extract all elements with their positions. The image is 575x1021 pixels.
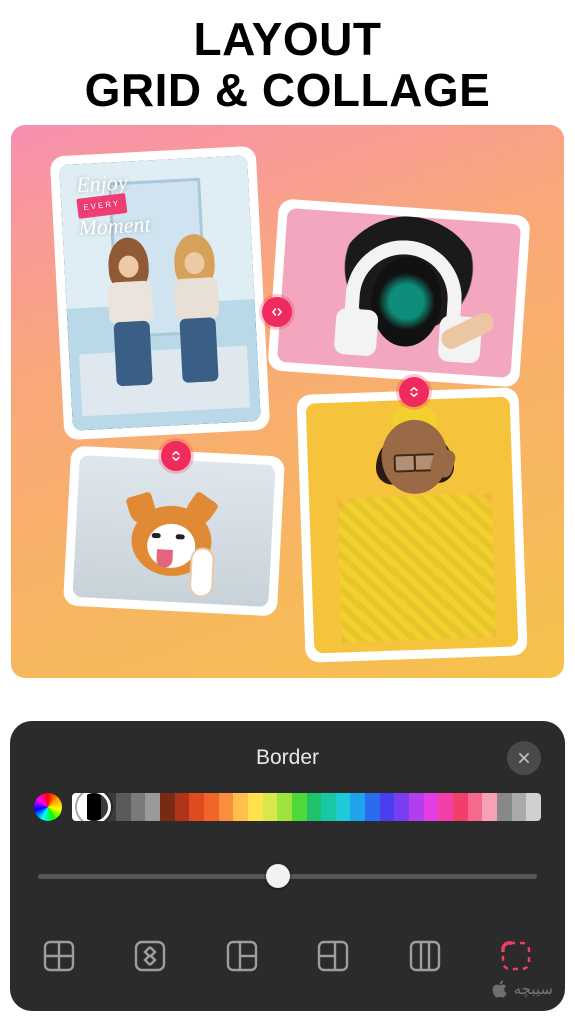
color-swatch[interactable] (424, 793, 439, 821)
color-swatch[interactable] (131, 793, 146, 821)
collage-frame-1[interactable]: Enjoy EVERY Moment (50, 146, 271, 440)
layout-grid-icon[interactable] (36, 933, 82, 979)
color-picker-wheel-icon[interactable] (34, 793, 62, 821)
color-swatch[interactable] (292, 793, 307, 821)
close-icon (516, 750, 532, 766)
layout-tool-row (32, 933, 543, 979)
color-swatch[interactable] (277, 793, 292, 821)
color-swatch[interactable] (321, 793, 336, 821)
color-swatch[interactable] (263, 793, 278, 821)
layout-split-c-icon[interactable] (402, 933, 448, 979)
swap-handle-icon[interactable] (399, 377, 429, 407)
headline-line-2: GRID & COLLAGE (0, 65, 575, 116)
color-swatch[interactable] (365, 793, 380, 821)
layout-split-a-icon[interactable] (219, 933, 265, 979)
color-swatch[interactable] (453, 793, 468, 821)
color-swatch[interactable] (380, 793, 395, 821)
layout-spacing-icon[interactable] (127, 933, 173, 979)
collage-frame-2[interactable] (267, 199, 530, 388)
border-panel: Border (10, 721, 565, 1011)
promo-headline: LAYOUT GRID & COLLAGE (0, 0, 575, 125)
color-swatch[interactable] (336, 793, 351, 821)
color-swatch[interactable] (233, 793, 248, 821)
collage-canvas[interactable]: Enjoy EVERY Moment (11, 125, 564, 678)
color-swatch-strip[interactable] (72, 793, 541, 821)
color-swatch[interactable] (526, 793, 541, 821)
panel-title: Border (256, 746, 319, 770)
color-swatch[interactable] (497, 793, 512, 821)
color-swatch[interactable] (219, 793, 234, 821)
swap-handle-icon[interactable] (161, 441, 191, 471)
color-swatch[interactable] (248, 793, 263, 821)
headline-line-1: LAYOUT (0, 14, 575, 65)
layout-split-b-icon[interactable] (310, 933, 356, 979)
border-width-slider[interactable] (38, 861, 537, 891)
close-button[interactable] (507, 741, 541, 775)
collage-frame-4[interactable] (296, 387, 527, 663)
color-swatch[interactable] (512, 793, 527, 821)
color-swatch[interactable] (438, 793, 453, 821)
color-swatch[interactable] (189, 793, 204, 821)
slider-thumb[interactable] (266, 864, 290, 888)
color-swatch[interactable] (307, 793, 322, 821)
color-swatch[interactable] (145, 793, 160, 821)
swap-handle-icon[interactable] (262, 297, 292, 327)
color-swatch[interactable] (160, 793, 175, 821)
color-swatch[interactable] (468, 793, 483, 821)
color-swatch[interactable] (175, 793, 190, 821)
color-swatch[interactable] (350, 793, 365, 821)
color-swatch[interactable] (394, 793, 409, 821)
selected-color-ring (77, 793, 111, 821)
color-swatch[interactable] (204, 793, 219, 821)
layout-border-icon[interactable] (493, 933, 539, 979)
color-swatch[interactable] (482, 793, 497, 821)
color-swatch[interactable] (116, 793, 131, 821)
sticker-text: Enjoy EVERY Moment (76, 173, 151, 238)
collage-frame-3[interactable] (63, 446, 285, 617)
color-swatch[interactable] (409, 793, 424, 821)
